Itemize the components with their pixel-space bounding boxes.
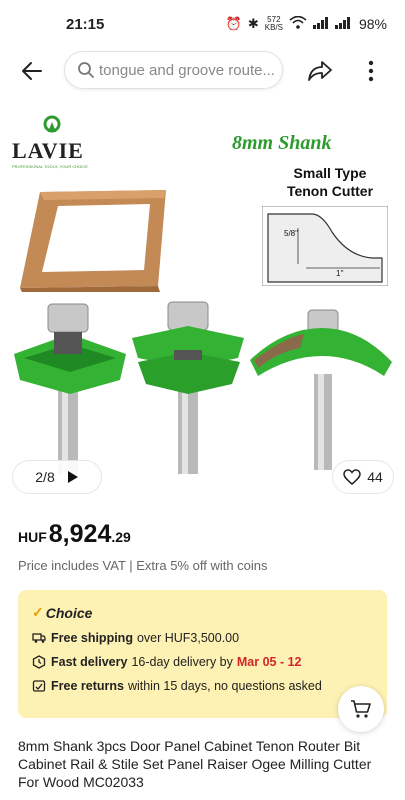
search-icon [78,62,94,78]
wishlist-button[interactable]: 44 [332,460,394,494]
image-shank-title: 8mm Shank [232,132,332,154]
price-currency: HUF [18,529,47,545]
share-icon [308,61,332,81]
price-section: HUF 8,924 .29 Price includes VAT | Extra… [0,504,405,590]
wifi-icon [289,15,307,33]
returns-icon [32,680,46,692]
router-bit-1-image [14,303,126,474]
choice-label: Choice [45,604,93,621]
back-arrow-icon [22,62,42,80]
product-title: 8mm Shank 3pcs Door Panel Cabinet Tenon … [18,738,372,790]
back-button[interactable] [14,53,50,89]
heart-icon [343,469,361,485]
clock-icon [32,655,46,669]
signal-icon [312,16,329,32]
add-to-cart-button[interactable] [338,686,384,732]
router-bit-2-image [132,301,244,474]
signal-icon-2 [334,16,351,32]
free-returns-text: within 15 days, no questions asked [127,679,322,693]
price-decimal: .29 [111,529,131,545]
fast-delivery-row: Fast delivery 16-day delivery by Mar 05 … [32,655,373,669]
choice-check-icon: ✓ [32,604,44,620]
image-type-title-line-2: Tenon Cutter [286,183,374,199]
brand-logo-mark [43,115,61,133]
brand-tagline: PROFESSIONAL TOOLS, YOUR CHOICE [12,164,88,169]
price-integer: 8,924 [48,520,112,548]
battery-level: 98% [358,16,387,32]
share-button[interactable] [303,54,337,88]
bluetooth-icon: ✱ [247,16,259,31]
price: HUF 8,924 .29 [18,520,131,549]
free-shipping-text: over HUF3,500.00 [136,631,240,645]
search-input[interactable] [99,61,279,79]
alarm-icon: ⏰ [225,16,242,31]
network-speed-unit: KB/S [264,23,283,32]
more-vertical-icon [368,60,374,82]
free-returns-label: Free returns [51,679,124,693]
image-type-title: Small Type Tenon Cutter [265,164,395,200]
free-shipping-row: Free shipping over HUF3,500.00 [32,631,373,645]
search-bar[interactable] [64,51,283,89]
vat-note: Price includes VAT | Extra 5% off with c… [18,558,268,573]
choice-card[interactable]: ✓ Choice Free shipping over HUF3,500.00 … [18,590,387,718]
status-bar: 21:15 ⏰ ✱ 572 KB/S 98% [0,0,405,48]
dimension-label-2: 1'' [336,269,344,278]
truck-icon [32,633,46,643]
brand-name: LAVIE [12,138,84,163]
top-bar [0,48,405,94]
wishlist-count: 44 [367,469,383,485]
dimension-label-1: 5/8'' [284,229,299,238]
router-bit-3-image [250,309,392,470]
fast-delivery-label: Fast delivery [51,655,128,669]
status-icons: ⏰ ✱ 572 KB/S 98% [225,15,387,33]
free-returns-row: Free returns within 15 days, no question… [32,679,373,693]
network-speed: 572 KB/S [265,16,283,32]
profile-diagram: 5/8'' 1'' [262,206,388,286]
cart-icon [351,700,371,718]
cabinet-frame-image [20,190,166,292]
brand-logo: LAVIE PROFESSIONAL TOOLS, YOUR CHOICE [12,114,102,174]
image-type-title-line-1: Small Type [293,165,367,181]
play-video-icon[interactable] [67,470,79,484]
status-time: 21:15 [66,15,105,33]
fast-delivery-text: 16-day delivery by [131,655,233,669]
image-page-count: 2/8 [35,469,55,485]
free-shipping-label: Free shipping [51,631,133,645]
image-page-indicator[interactable]: 2/8 [12,460,102,494]
product-image-gallery[interactable]: LAVIE PROFESSIONAL TOOLS, YOUR CHOICE 8m… [0,102,405,504]
choice-header: ✓ Choice [32,604,373,621]
delivery-date: Mar 05 - 12 [236,655,302,669]
more-options-button[interactable] [356,54,386,88]
